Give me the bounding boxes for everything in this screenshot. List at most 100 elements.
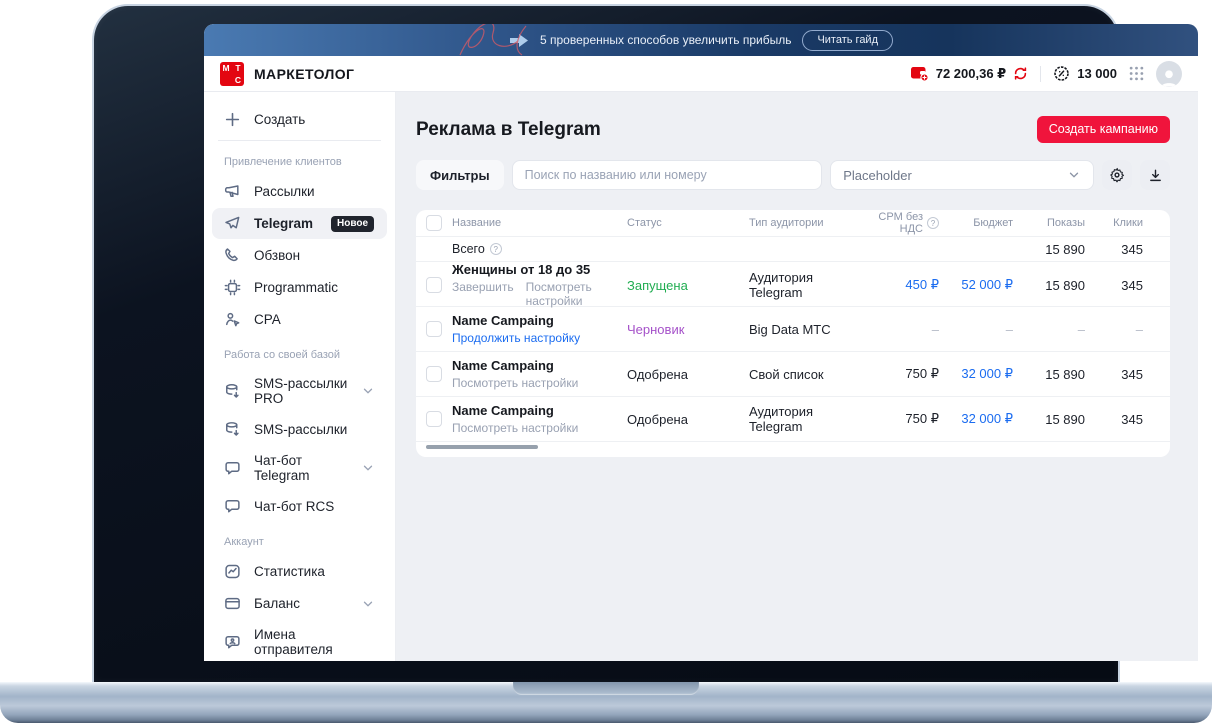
scribble-decoration xyxy=(459,24,527,56)
mts-logo[interactable]: М Т С xyxy=(220,61,244,86)
table-row: Женщины от 18 до 35 Завершить Посмотреть… xyxy=(416,262,1170,308)
shows-value: – xyxy=(1077,321,1085,337)
status-badge: Запущена xyxy=(627,277,688,293)
header-right: 72 200,36 ₽ 13 000 xyxy=(910,60,1182,87)
clicks-value: – xyxy=(1135,321,1143,337)
sidebar-item-chatbot-rcs[interactable]: Чат-бот RCS xyxy=(212,491,387,522)
sidebar-item-label: SMS-рассылки xyxy=(254,422,348,437)
sidebar-item-telegram[interactable]: Telegram Новое xyxy=(212,208,387,239)
chevron-down-icon[interactable] xyxy=(361,461,375,475)
sidebar-item-label: Чат-бот Telegram xyxy=(254,453,310,483)
campaign-name: Name Campaing xyxy=(452,313,554,328)
sidebar-item-label: Имена отправителя xyxy=(254,627,333,657)
sidebar-item-cpa[interactable]: CPA xyxy=(212,304,387,335)
balance-widget[interactable]: 72 200,36 ₽ xyxy=(910,65,1029,82)
sidebar-item-label: Обзвон xyxy=(254,248,301,263)
sidebar-item-obzvon[interactable]: Обзвон xyxy=(212,240,387,271)
total-clicks: 345 xyxy=(1121,241,1143,257)
audience-select[interactable]: Placeholder xyxy=(830,160,1094,190)
column-clicks: Клики xyxy=(1113,217,1143,229)
logo-letter: С xyxy=(234,74,242,85)
sidebar: Создать Привлечение клиентов Рассылки Te… xyxy=(204,92,396,661)
sidebar-item-label: Чат-бот RCS xyxy=(254,499,335,514)
chevron-down-icon[interactable] xyxy=(361,597,375,611)
new-badge: Новое xyxy=(331,215,375,232)
shows-value: 15 890 xyxy=(1045,277,1085,293)
bonus-points-widget[interactable]: 13 000 xyxy=(1053,65,1117,82)
view-settings-link[interactable]: Посмотреть настройки xyxy=(526,280,627,308)
page: 5 проверенных способов увеличить прибыль… xyxy=(0,0,1212,723)
audience-type: Big Data МТС xyxy=(749,321,831,337)
row-checkbox[interactable] xyxy=(426,366,442,382)
sidebar-item-programmatic[interactable]: Programmatic xyxy=(212,272,387,303)
section-label-acquisition: Привлечение клиентов xyxy=(224,156,342,168)
refresh-icon[interactable] xyxy=(1013,66,1028,81)
filter-bar: Фильтры Placeholder xyxy=(416,160,1170,190)
cpa-icon xyxy=(224,311,241,328)
sidebar-item-balance[interactable]: Баланс xyxy=(212,588,387,619)
budget-value: – xyxy=(1005,321,1013,337)
sidebar-item-chatbot-telegram[interactable]: Чат-бот Telegram xyxy=(212,446,387,490)
view-settings-link[interactable]: Посмотреть настройки xyxy=(452,376,578,390)
sidebar-item-label: CPA xyxy=(254,312,281,327)
column-name: Название xyxy=(452,217,502,229)
filters-button[interactable]: Фильтры xyxy=(416,160,504,190)
budget-value[interactable]: 32 000 ₽ xyxy=(939,366,1013,382)
chevron-down-icon xyxy=(1069,172,1079,178)
paper-plane-icon xyxy=(224,215,241,232)
sidebar-item-sender-names[interactable]: Имена отправителя xyxy=(212,620,387,661)
campaigns-table: Название Статус Тип аудитории CPM без НД… xyxy=(416,210,1170,457)
column-budget: Бюджет xyxy=(973,217,1013,229)
chat-bubble-icon xyxy=(224,460,241,477)
campaign-name: Name Campaing xyxy=(452,358,554,373)
shows-value: 15 890 xyxy=(1045,366,1085,382)
column-status: Статус xyxy=(627,217,662,229)
laptop-notch xyxy=(513,682,699,695)
budget-value[interactable]: 32 000 ₽ xyxy=(939,411,1013,427)
sidebar-item-rassylki[interactable]: Рассылки xyxy=(212,176,387,207)
audience-type: Свой список xyxy=(749,366,824,382)
create-campaign-button[interactable]: Создать кампанию xyxy=(1036,116,1170,143)
main-content: Реклама в Telegram Создать кампанию Филь… xyxy=(396,92,1198,661)
column-cpm: CPM без НДС? xyxy=(859,211,939,235)
continue-setup-link[interactable]: Продолжить настройку xyxy=(452,331,580,345)
row-checkbox[interactable] xyxy=(426,321,442,337)
total-shows: 15 890 xyxy=(1045,241,1085,257)
table-header-row: Название Статус Тип аудитории CPM без НД… xyxy=(416,210,1170,237)
sidebar-item-sms-pro[interactable]: SMS-рассылки PRO xyxy=(212,369,387,413)
cpm-value[interactable]: 450 ₽ xyxy=(859,277,939,293)
status-badge: Черновик xyxy=(627,321,685,337)
database-arrow-icon xyxy=(224,421,241,438)
search-input[interactable] xyxy=(524,168,810,182)
gear-icon xyxy=(1110,167,1125,183)
section-label-own-base: Работа со своей базой xyxy=(224,349,341,361)
select-all-checkbox[interactable] xyxy=(426,215,442,231)
wallet-icon xyxy=(910,67,929,82)
column-shows: Показы xyxy=(1046,217,1085,229)
help-icon[interactable]: ? xyxy=(489,243,502,255)
read-guide-button[interactable]: Читать гайд xyxy=(802,29,893,51)
shows-value: 15 890 xyxy=(1045,411,1085,427)
sidebar-item-statistics[interactable]: Статистика xyxy=(212,556,387,587)
finish-link[interactable]: Завершить xyxy=(452,280,514,308)
view-settings-link[interactable]: Посмотреть настройки xyxy=(452,421,578,435)
sidebar-item-label: SMS-рассылки PRO xyxy=(254,376,348,406)
audience-type: Аудитория Telegram xyxy=(749,270,814,300)
budget-value[interactable]: 52 000 ₽ xyxy=(939,277,1013,293)
table-settings-button[interactable] xyxy=(1102,160,1132,190)
clicks-value: 345 xyxy=(1121,277,1143,293)
app-header: М Т С МАРКЕТОЛОГ 72 200,36 ₽ 13 000 xyxy=(204,56,1198,92)
apps-grid-icon[interactable] xyxy=(1129,66,1144,81)
laptop-base xyxy=(0,682,1212,723)
row-checkbox[interactable] xyxy=(426,411,442,427)
row-checkbox[interactable] xyxy=(426,277,442,293)
sidebar-create-button[interactable]: Создать xyxy=(204,98,395,140)
sender-bubble-icon xyxy=(224,634,241,651)
download-button[interactable] xyxy=(1140,160,1170,190)
header-divider xyxy=(1040,65,1042,82)
avatar[interactable] xyxy=(1156,60,1182,87)
help-icon[interactable]: ? xyxy=(927,217,939,229)
sidebar-item-sms[interactable]: SMS-рассылки xyxy=(212,414,387,445)
horizontal-scrollbar[interactable] xyxy=(426,445,538,449)
chevron-down-icon[interactable] xyxy=(361,384,375,398)
